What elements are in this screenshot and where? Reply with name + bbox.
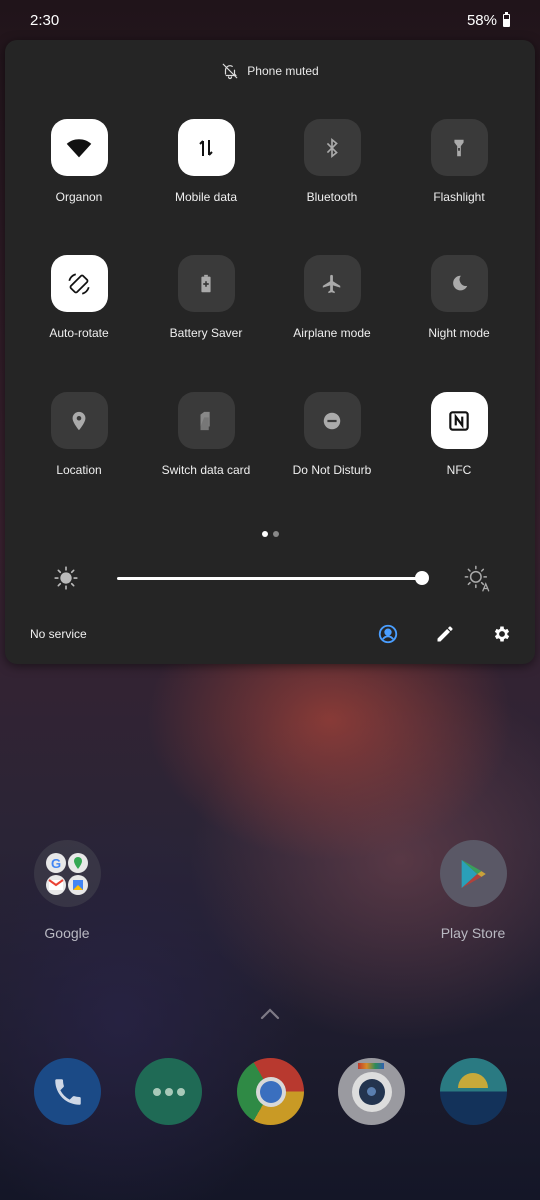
settings-gear-icon[interactable] — [490, 622, 514, 646]
airplane-icon — [303, 255, 361, 312]
tile-label: Do Not Disturb — [292, 463, 372, 477]
tile-switch-data-card[interactable]: Switch data card — [146, 392, 266, 477]
clock: 2:30 — [30, 11, 60, 29]
tile-label: Location — [56, 463, 102, 477]
tile-label: NFC — [446, 463, 472, 477]
tile-label: Bluetooth — [306, 190, 358, 204]
play-store-icon — [439, 840, 507, 907]
tile-do-not-disturb[interactable]: Do Not Disturb — [272, 392, 392, 477]
nfc-icon — [430, 392, 488, 449]
chrome-icon[interactable] — [237, 1058, 304, 1125]
tile-nfc[interactable]: NFC — [399, 392, 519, 477]
brightness-control — [5, 563, 535, 593]
sim-card-icon — [177, 392, 235, 449]
messages-icon[interactable] — [135, 1058, 202, 1125]
user-account-icon[interactable] — [376, 622, 400, 646]
brightness-low-icon — [54, 566, 78, 590]
moon-icon — [430, 255, 488, 312]
gallery-icon[interactable] — [440, 1058, 507, 1125]
edit-pencil-icon[interactable] — [433, 622, 457, 646]
status-bar: 2:30 58% — [0, 0, 540, 40]
tile-location[interactable]: Location — [19, 392, 139, 477]
tile-airplane-mode[interactable]: Airplane mode — [272, 255, 392, 340]
tile-label: Mobile data — [174, 190, 238, 204]
tile-label: Battery Saver — [169, 326, 243, 340]
tile-label: Switch data card — [161, 463, 251, 477]
phone-muted-notice: Phone muted — [5, 62, 535, 80]
tile-label: Auto-rotate — [49, 326, 109, 340]
tile-label: Night mode — [428, 326, 490, 340]
tile-flashlight[interactable]: Flashlight — [399, 119, 519, 204]
app-play-store[interactable]: Play Store — [418, 840, 528, 941]
brightness-slider-thumb[interactable] — [415, 571, 429, 585]
camera-icon[interactable] — [338, 1058, 405, 1125]
flashlight-icon — [430, 119, 488, 176]
mobile-data-icon — [177, 119, 235, 176]
battery-percentage: 58% — [466, 11, 497, 29]
do-not-disturb-icon — [303, 392, 361, 449]
battery-saver-icon — [177, 255, 235, 312]
tile-bluetooth[interactable]: Bluetooth — [272, 119, 392, 204]
page-indicator — [5, 531, 535, 537]
tile-auto-rotate[interactable]: Auto-rotate — [19, 255, 139, 340]
app-label: Play Store — [440, 925, 506, 941]
tile-label: Flashlight — [433, 190, 485, 204]
google-folder-icon: G — [33, 840, 101, 907]
app-drawer-chevron-up-icon[interactable] — [259, 1007, 281, 1021]
carrier-status: No service — [30, 627, 87, 641]
phone-icon[interactable] — [34, 1058, 101, 1125]
battery-icon — [503, 11, 510, 27]
bluetooth-icon — [303, 119, 361, 176]
app-google-folder[interactable]: G Google — [12, 840, 122, 941]
phone-muted-label: Phone muted — [247, 64, 319, 78]
tile-night-mode[interactable]: Night mode — [399, 255, 519, 340]
page-dot-active[interactable] — [261, 531, 268, 537]
page-dot[interactable] — [272, 531, 279, 537]
bell-off-icon — [222, 63, 238, 80]
app-label: Google — [44, 925, 90, 941]
auto-rotate-icon — [50, 255, 108, 312]
tile-label: Organon — [55, 190, 103, 204]
quick-settings-footer: No service — [5, 622, 535, 646]
tile-battery-saver[interactable]: Battery Saver — [146, 255, 266, 340]
location-icon — [50, 392, 108, 449]
tile-wifi[interactable]: Organon — [19, 119, 139, 204]
svg-text:G: G — [51, 856, 61, 871]
wifi-icon — [50, 119, 108, 176]
brightness-slider[interactable] — [117, 577, 423, 580]
auto-brightness-icon[interactable] — [463, 564, 491, 592]
tile-mobile-data[interactable]: Mobile data — [146, 119, 266, 204]
tile-label: Airplane mode — [293, 326, 371, 340]
quick-settings-panel: Phone muted Organon Mobile data Bluetoot… — [5, 40, 535, 664]
